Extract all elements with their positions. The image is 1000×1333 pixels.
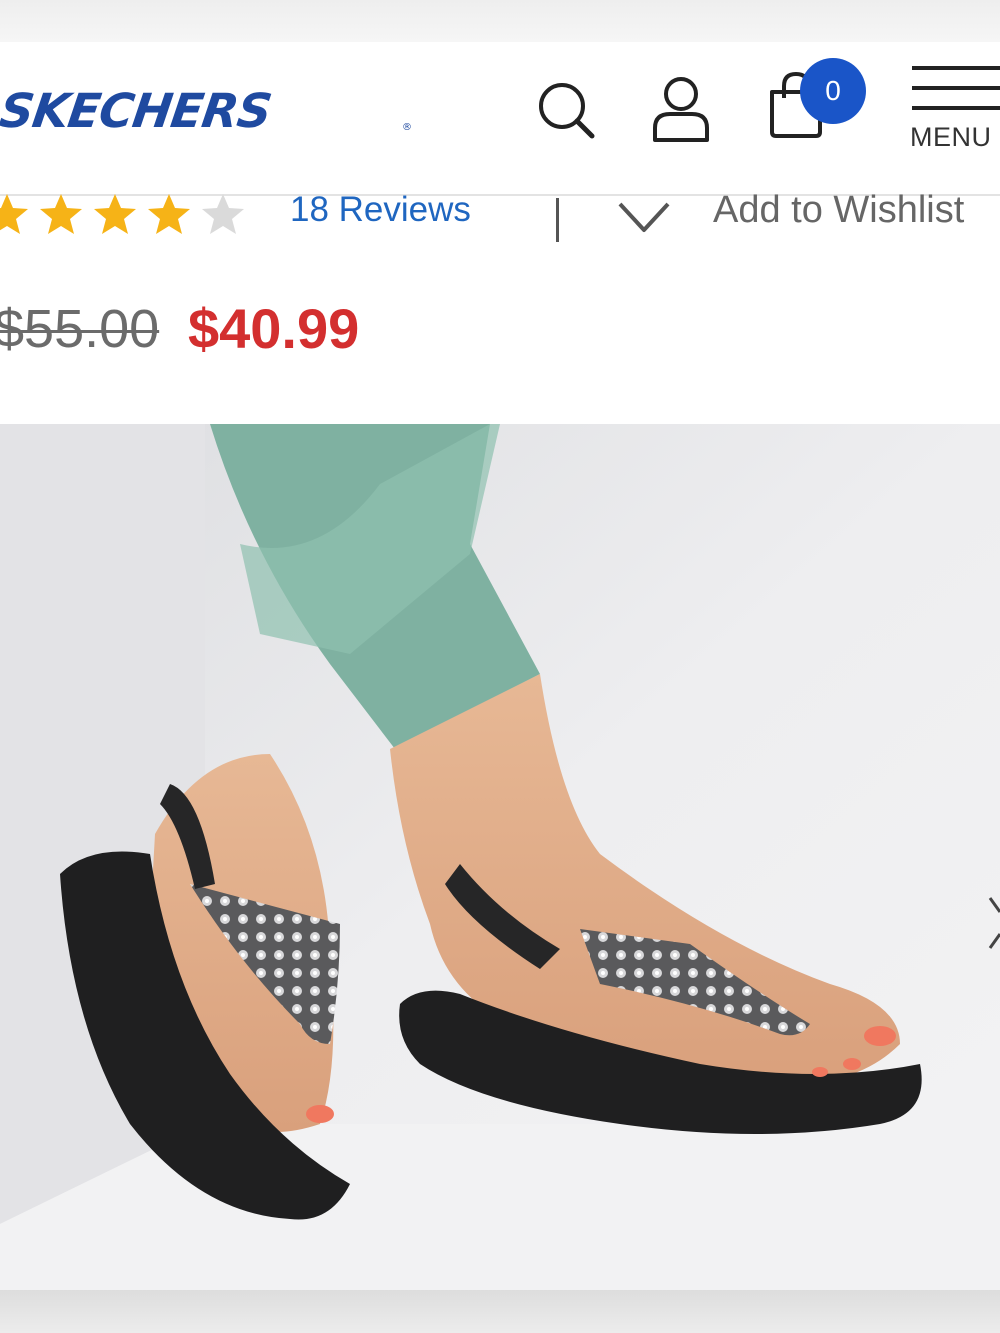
star-icon xyxy=(40,194,82,234)
divider xyxy=(556,198,559,242)
star-icon xyxy=(202,194,244,234)
brand-logo[interactable]: SKECHERS xyxy=(0,84,274,140)
star-icon xyxy=(0,194,28,234)
menu-icon[interactable] xyxy=(910,64,1000,116)
star-icon xyxy=(148,194,190,234)
menu-label[interactable]: MENU xyxy=(910,122,992,153)
product-photo xyxy=(0,424,1000,1290)
chevron-right-icon[interactable] xyxy=(988,894,1000,954)
status-bar-strip xyxy=(0,0,1000,42)
add-to-wishlist-link[interactable]: Add to Wishlist xyxy=(713,189,964,232)
star-rating xyxy=(0,192,250,236)
reviews-link[interactable]: 18 Reviews xyxy=(290,190,471,230)
registered-mark: ® xyxy=(402,122,412,133)
product-image[interactable] xyxy=(0,424,1000,1290)
original-price: $55.00 xyxy=(0,299,160,359)
sale-price: $40.99 xyxy=(188,297,360,360)
search-icon[interactable] xyxy=(534,78,598,142)
star-icon xyxy=(94,194,136,234)
heart-icon[interactable] xyxy=(612,190,676,236)
user-icon[interactable] xyxy=(648,74,714,144)
cart-count-badge[interactable]: 0 xyxy=(800,58,866,124)
bottom-bar-strip xyxy=(0,1290,1000,1333)
